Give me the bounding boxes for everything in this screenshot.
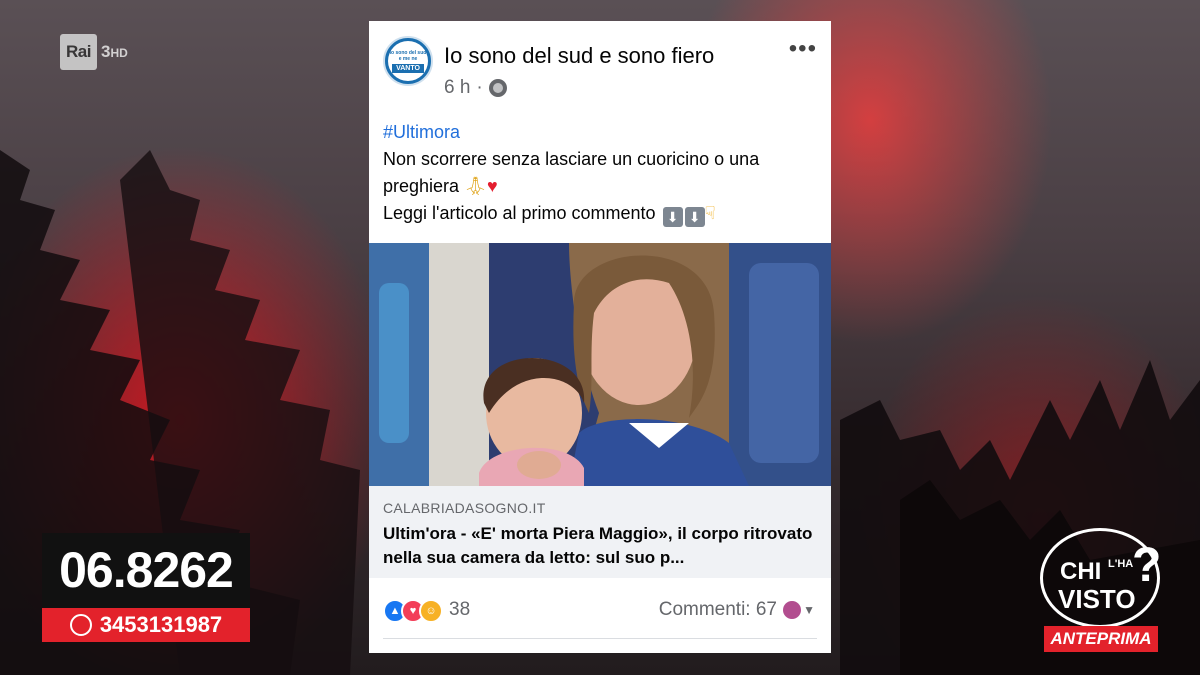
red-heart-icon: ♥ (486, 176, 498, 196)
show-logo-line2: VISTO (1058, 584, 1136, 614)
action-divider (383, 638, 817, 639)
post-time[interactable]: 6 h (444, 77, 470, 99)
whatsapp-number: 3453131987 (99, 612, 223, 637)
page-avatar[interactable]: Io sono del sud e me ne VANTO (383, 36, 433, 86)
link-preview[interactable]: CALABRIADASOGNO.IT Ultim'ora - «E' morta… (369, 486, 831, 578)
question-mark-icon: ? (1132, 539, 1162, 592)
rai-logo-box: Rai (60, 34, 97, 70)
praying-hands-icon: 🙏︎ (464, 176, 487, 196)
avatar-inner: Io sono del sud e me ne VANTO (388, 41, 428, 81)
avatar-badge: VANTO (392, 63, 424, 73)
post-line-1: Non scorrere senza lasciare un cuoricino… (383, 149, 760, 196)
reactions-row: ▲ ♥ ☺ 38 Commenti: 67 ▼ (369, 591, 831, 631)
channel-number: 3HD (100, 42, 128, 61)
chevron-down-icon[interactable]: ▼ (803, 603, 815, 617)
more-options-icon[interactable]: ••• (789, 35, 817, 63)
meta-separator: · (476, 77, 483, 98)
show-logo-line1: CHI L'HA (1060, 558, 1134, 585)
whatsapp-row: 3453131987 (42, 608, 250, 642)
post-line-2: Leggi l'articolo al primo commento ⬇ ⬇ ☟ (383, 203, 716, 227)
link-title[interactable]: Ultim'ora - «E' morta Piera Maggio», il … (383, 522, 817, 570)
down-arrow-icon: ⬇ (662, 207, 683, 227)
down-arrow-icon: ⬇ (684, 207, 705, 227)
pointing-down-icon: ☟ (704, 203, 716, 223)
comments-count[interactable]: Commenti: 67 (659, 599, 777, 621)
avatar-text: Io sono del sud e me ne (389, 49, 427, 62)
reaction-count[interactable]: 38 (449, 599, 470, 621)
show-logo: CHI L'HA VISTO ? ANTEPRIMA (1040, 528, 1162, 654)
post-body: #Ultimora Non scorrere senza lasciare un… (369, 119, 831, 227)
care-icon: ☺ (419, 599, 443, 623)
anteprima-band: ANTEPRIMA (1044, 626, 1158, 652)
phone-number: 06.8262 (42, 533, 250, 608)
facebook-post-card: Io sono del sud e me ne VANTO Io sono de… (369, 21, 831, 653)
channel-logo: Rai 3HD (60, 34, 128, 70)
post-header: Io sono del sud e me ne VANTO Io sono de… (369, 21, 831, 117)
post-meta: 6 h · (444, 77, 507, 99)
hashtag-link[interactable]: #Ultimora (383, 119, 817, 146)
post-photo[interactable] (369, 243, 831, 486)
phone-badge: 06.8262 3453131987 (42, 533, 250, 642)
link-domain: CALABRIADASOGNO.IT (383, 500, 546, 516)
viewer-avatar (783, 601, 801, 619)
reaction-icons[interactable]: ▲ ♥ ☺ (383, 599, 443, 623)
page-name-link[interactable]: Io sono del sud e sono fiero (444, 43, 714, 69)
whatsapp-icon (69, 614, 92, 636)
globe-icon (488, 79, 507, 97)
